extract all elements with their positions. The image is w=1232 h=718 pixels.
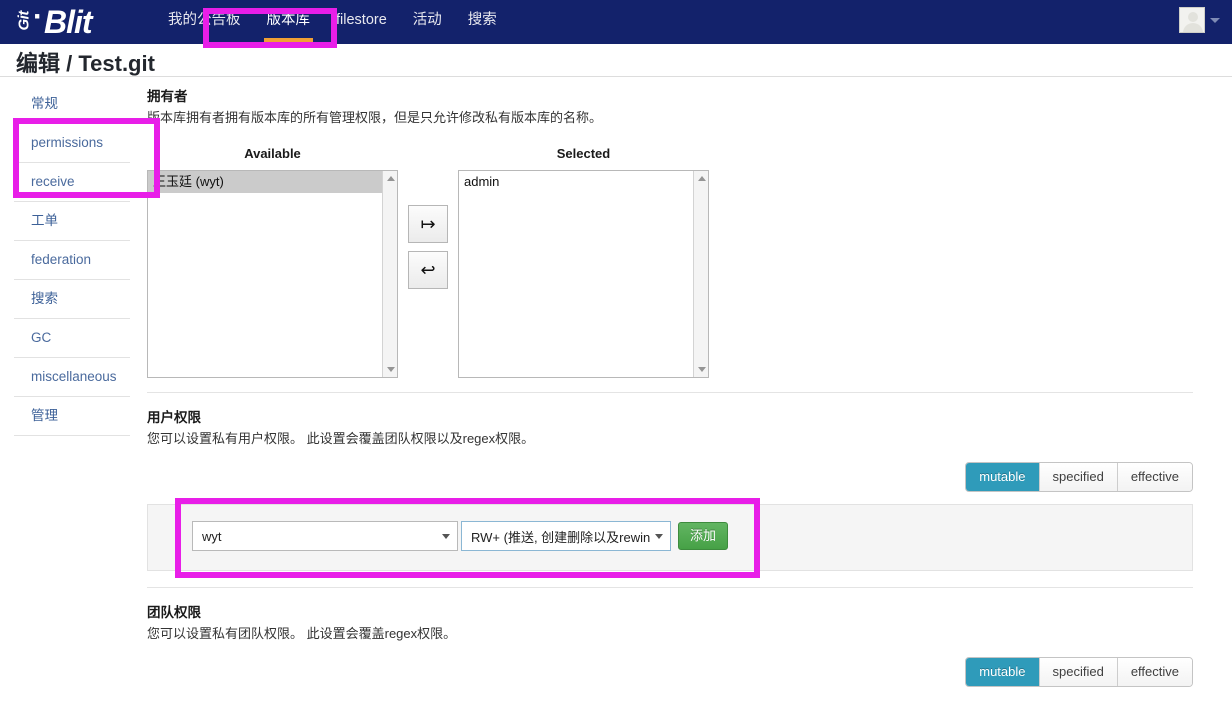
list-item[interactable]: admin [459,171,708,193]
chevron-down-icon [655,534,663,539]
permission-select-value: RW+ (推送, 创建删除以及rewin [471,529,651,545]
user-permission-add-panel: wyt RW+ (推送, 创建删除以及rewin 添加 [147,504,1193,571]
nav-item-dashboard[interactable]: 我的公告板 [155,11,254,30]
sidebar-item-federation[interactable]: federation [14,241,130,280]
main-nav: 我的公告板 版本库 filestore 活动 搜索 [155,0,510,44]
settings-sidebar: 常规 permissions receive 工单 federation 搜索 … [14,85,130,436]
toggle-mutable[interactable]: mutable [966,463,1040,491]
nav-item-search[interactable]: 搜索 [455,11,510,30]
owner-picker: Available Selected 王玉廷 (wyt) ↦ ↩ admin [147,146,1193,378]
sidebar-item-permissions[interactable]: permissions [14,124,130,163]
toggle-mutable[interactable]: mutable [966,658,1040,686]
selected-listbox-scrollbar[interactable] [693,171,708,377]
chevron-down-icon[interactable] [1210,17,1220,23]
sidebar-item-manage[interactable]: 管理 [14,397,130,436]
user-permissions-section: 用户权限 您可以设置私有用户权限。 此设置会覆盖团队权限以及regex权限。 m… [147,406,1193,571]
toggle-effective[interactable]: effective [1117,658,1192,686]
page-header: 编辑 / Test.git [0,44,1232,77]
user-permissions-toggle-group: mutable specified effective [965,462,1193,492]
avatar[interactable] [1179,7,1205,33]
move-right-button[interactable]: ↦ [408,205,448,243]
team-permissions-description: 您可以设置私有团队权限。 此设置会覆盖regex权限。 [147,626,457,641]
user-select[interactable]: wyt [192,521,458,551]
toggle-specified[interactable]: specified [1039,463,1118,491]
sidebar-item-tickets[interactable]: 工单 [14,202,130,241]
transfer-buttons: ↦ ↩ [408,205,448,289]
toggle-effective[interactable]: effective [1117,463,1192,491]
sidebar-item-search[interactable]: 搜索 [14,280,130,319]
team-permissions-toggle-row: mutable specified effective [147,657,1193,687]
toggle-specified[interactable]: specified [1039,658,1118,686]
divider [147,587,1193,588]
nav-item-filestore[interactable]: filestore [323,11,400,30]
user-permissions-description: 您可以设置私有用户权限。 此设置会覆盖团队权限以及regex权限。 [147,431,535,446]
scroll-up-icon[interactable] [383,171,397,186]
chevron-down-icon [442,534,450,539]
nav-item-activity[interactable]: 活动 [400,11,455,30]
gitblit-logo[interactable]: Git · Blit [15,0,93,41]
sidebar-item-general[interactable]: 常规 [14,85,130,124]
team-permissions-section: 团队权限 您可以设置私有团队权限。 此设置会覆盖regex权限。 mutable… [147,601,1193,687]
sidebar-item-miscellaneous[interactable]: miscellaneous [14,358,130,397]
logo-dot: · [33,0,43,33]
move-left-button[interactable]: ↩ [408,251,448,289]
team-permissions-title: 团队权限 [147,605,201,620]
available-listbox-scrollbar[interactable] [382,171,397,377]
scroll-up-icon[interactable] [694,171,708,186]
permission-select[interactable]: RW+ (推送, 创建删除以及rewin [461,521,671,551]
user-permission-add-row: wyt RW+ (推送, 创建删除以及rewin 添加 [192,521,729,551]
logo-blit-text: Blit [44,4,93,40]
owner-section-title: 拥有者 [147,89,188,104]
nav-item-repositories[interactable]: 版本库 [254,11,324,43]
user-menu[interactable] [1179,7,1220,33]
list-item[interactable]: 王玉廷 (wyt) [148,171,397,193]
page-title: 编辑 / Test.git [16,51,155,76]
scroll-down-icon[interactable] [383,362,397,377]
selected-list-label: Selected [556,146,611,161]
available-listbox[interactable]: 王玉廷 (wyt) [147,170,398,378]
user-permissions-title: 用户权限 [147,410,201,425]
sidebar-item-gc[interactable]: GC [14,319,130,358]
top-navbar: Git · Blit 我的公告板 版本库 filestore 活动 搜索 [0,0,1232,44]
add-permission-button[interactable]: 添加 [678,522,729,550]
team-permissions-toggle-group: mutable specified effective [965,657,1193,687]
sidebar-item-receive[interactable]: receive [14,163,130,202]
owner-section-description: 版本库拥有者拥有版本库的所有管理权限，但是只允许修改私有版本库的名称。 [147,110,603,125]
available-list-label: Available [244,146,301,161]
user-select-value: wyt [202,528,222,544]
owner-section: 拥有者 版本库拥有者拥有版本库的所有管理权限，但是只允许修改私有版本库的名称。 … [147,85,1193,378]
settings-content: 拥有者 版本库拥有者拥有版本库的所有管理权限，但是只允许修改私有版本库的名称。 … [147,85,1193,687]
scroll-down-icon[interactable] [694,362,708,377]
logo-git-text: Git [15,10,33,30]
divider [147,392,1193,393]
user-permissions-toggle-row: mutable specified effective [147,462,1193,492]
selected-listbox[interactable]: admin [458,170,709,378]
